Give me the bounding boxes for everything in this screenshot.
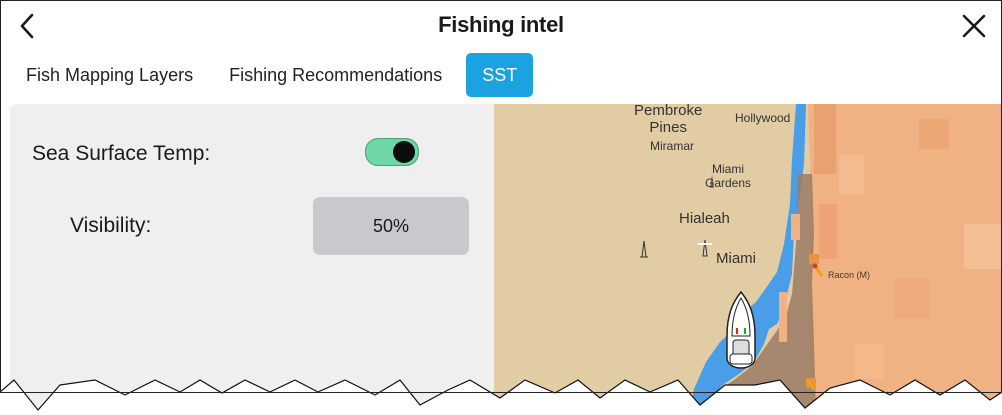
place-miramar: Miramar bbox=[650, 139, 694, 153]
sst-settings-panel: Sea Surface Temp: Visibility: 50% bbox=[10, 104, 494, 415]
header-bar: Fishing intel bbox=[0, 0, 1002, 52]
visibility-label: Visibility: bbox=[70, 214, 152, 237]
tab-bar: Fish Mapping Layers Fishing Recommendati… bbox=[14, 53, 534, 97]
fishing-intel-dialog: Fishing intel Fish Mapping Layers Fishin… bbox=[0, 0, 1002, 415]
toggle-knob bbox=[393, 141, 415, 163]
place-miami-gardens: Miami Gardens bbox=[705, 162, 752, 190]
tab-fishing-recommendations[interactable]: Fishing Recommendations bbox=[217, 53, 454, 97]
tab-fish-mapping-layers[interactable]: Fish Mapping Layers bbox=[14, 53, 205, 97]
sst-label: Sea Surface Temp: bbox=[32, 142, 211, 165]
place-hialeah: Hialeah bbox=[679, 210, 730, 227]
place-hollywood: Hollywood bbox=[735, 111, 791, 125]
place-racon: Racon (M) bbox=[828, 270, 871, 280]
close-button[interactable] bbox=[958, 10, 990, 42]
page-title: Fishing intel bbox=[438, 12, 564, 37]
tab-sst[interactable]: SST bbox=[466, 53, 534, 97]
place-pembroke-pines: Pembroke Pines bbox=[634, 104, 703, 136]
visibility-field[interactable]: 50% bbox=[313, 197, 469, 255]
place-miami: Miami bbox=[716, 250, 756, 267]
chart-map[interactable]: Pembroke Pines Hollywood Miramar Miami G… bbox=[494, 104, 1002, 415]
sst-toggle[interactable] bbox=[365, 138, 419, 166]
close-icon bbox=[962, 14, 986, 38]
